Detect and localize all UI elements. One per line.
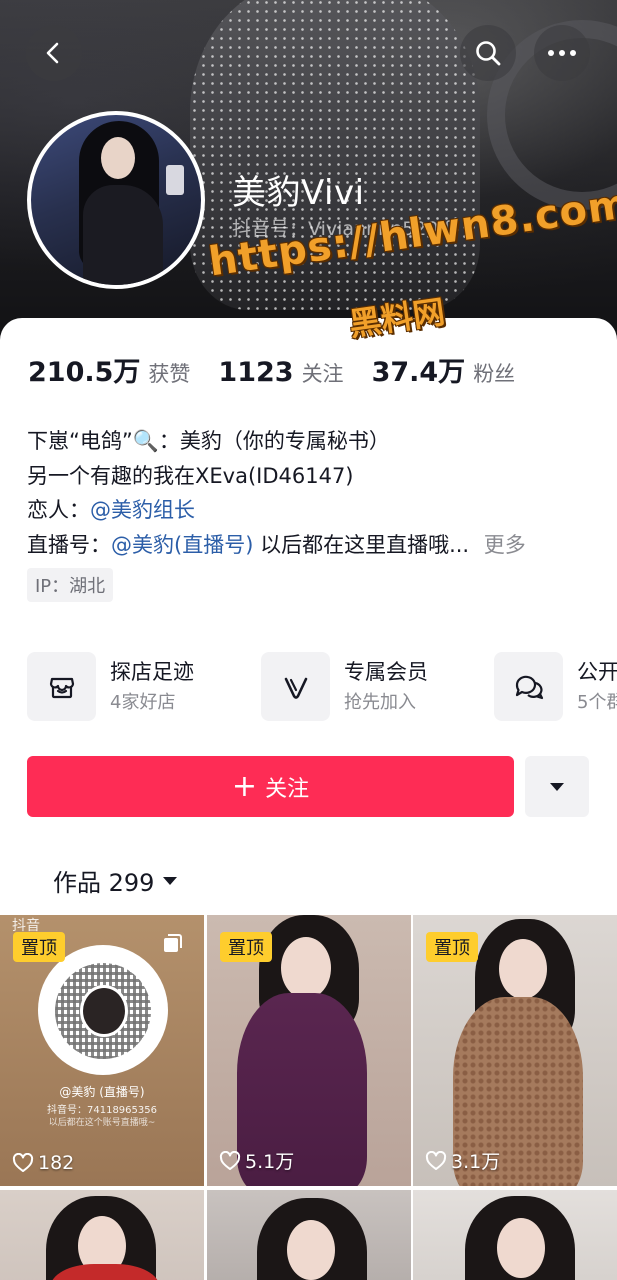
gallery-icon	[164, 934, 182, 952]
bio-line: 恋人：@美豹组长	[27, 493, 597, 528]
feature-row: 探店足迹 4家好店 专属会员 抢先加入 公开群聊 5个群聊	[27, 652, 617, 724]
qr-tip: 以后都在这个账号直播哦~	[48, 1118, 156, 1128]
stat-followers[interactable]: 37.4万 粉丝	[372, 350, 516, 389]
like-count-value: 5.1万	[245, 1151, 295, 1173]
mention-link-live[interactable]: @美豹(直播号)	[111, 533, 253, 557]
stat-likes[interactable]: 210.5万 获赞	[28, 350, 190, 389]
feature-group-chat[interactable]: 公开群聊 5个群聊	[494, 652, 617, 721]
nickname: 美豹Vivi	[232, 173, 365, 213]
pinned-badge: 置顶	[220, 932, 272, 962]
bio-line: 另一个有趣的我在XEva(ID46147)	[27, 463, 354, 488]
video-thumbnail[interactable]: 置顶 3.1万	[413, 915, 617, 1186]
stats-row: 210.5万 获赞 1123 关注 37.4万 粉丝	[28, 350, 543, 389]
stat-label: 获赞	[148, 362, 191, 386]
follow-button[interactable]: + 关注	[27, 756, 514, 817]
feature-membership[interactable]: 专属会员 抢先加入	[261, 652, 428, 721]
search-button[interactable]	[460, 25, 516, 81]
back-button[interactable]	[26, 25, 82, 81]
heart-icon	[12, 1153, 34, 1172]
feature-title: 专属会员	[344, 659, 428, 684]
bio-line: 下崽“电鸽”🔍：美豹（你的专属秘书）	[27, 429, 390, 453]
vip-icon	[284, 677, 307, 699]
video-thumbnail[interactable]: 置顶 5.1万	[207, 915, 411, 1186]
stat-value: 210.5万	[28, 357, 141, 388]
video-thumbnail[interactable]	[413, 1190, 617, 1280]
like-count-value: 3.1万	[451, 1151, 501, 1173]
tab-works-label: 作品 299	[53, 869, 155, 897]
follow-button-label: 关注	[265, 776, 310, 802]
more-button[interactable]	[534, 25, 590, 81]
stat-following[interactable]: 1123 关注	[218, 357, 343, 388]
group-chat-icon	[515, 675, 543, 699]
stat-label: 关注	[301, 362, 344, 386]
like-count: 3.1万	[425, 1147, 500, 1174]
video-thumbnail[interactable]	[0, 1190, 204, 1280]
feature-subtitle: 4家好店	[110, 691, 176, 713]
feature-subtitle: 5个群聊	[577, 691, 617, 713]
bio-text: 以后都在这里直播哦...	[253, 532, 470, 557]
mention-link-partner[interactable]: @美豹组长	[90, 498, 195, 522]
video-thumbnail[interactable]	[207, 1190, 411, 1280]
bio-text: 直播号：	[27, 532, 111, 557]
stat-value: 1123	[218, 357, 294, 388]
store-icon	[49, 677, 74, 698]
pinned-badge: 置顶	[426, 932, 478, 962]
ip-location-tag: IP：湖北	[27, 568, 114, 602]
bio-text: 恋人：	[27, 498, 90, 522]
avatar[interactable]	[27, 111, 205, 289]
caret-down-icon	[163, 876, 178, 885]
recommend-dropdown-button[interactable]	[525, 756, 589, 817]
pinned-badge: 置顶	[13, 932, 65, 962]
like-count: 5.1万	[219, 1147, 294, 1174]
bio-line: 直播号：@美豹(直播号) 以后都在这里直播哦... 更多	[27, 528, 597, 563]
caret-down-icon	[550, 782, 564, 791]
more-dots-icon	[548, 50, 576, 56]
video-grid: 抖音 @美豹 (直播号) 抖音号：74118965356 以后都在这个账号直播哦…	[0, 915, 617, 1280]
feature-title: 探店足迹	[110, 659, 194, 684]
tab-works[interactable]: 作品 299	[53, 863, 178, 898]
stat-label: 粉丝	[473, 362, 516, 386]
feature-title: 公开群聊	[577, 659, 617, 684]
heart-icon	[219, 1150, 241, 1170]
plus-icon: +	[231, 768, 258, 804]
feature-store-visits[interactable]: 探店足迹 4家好店	[27, 652, 194, 721]
feature-subtitle: 抢先加入	[344, 691, 416, 713]
search-icon	[476, 41, 501, 66]
like-count: 182	[12, 1152, 74, 1174]
bio: 下崽“电鸽”🔍：美豹（你的专属秘书） 另一个有趣的我在XEva(ID46147)…	[27, 424, 597, 562]
qr-id: 抖音号：74118965356	[47, 1105, 157, 1116]
heart-icon	[425, 1150, 447, 1170]
qr-avatar	[80, 985, 128, 1037]
video-thumbnail[interactable]: 抖音 @美豹 (直播号) 抖音号：74118965356 以后都在这个账号直播哦…	[0, 915, 204, 1186]
back-arrow-icon	[46, 42, 59, 64]
like-count-value: 182	[38, 1152, 75, 1174]
stat-value: 37.4万	[371, 357, 466, 388]
bio-more-link[interactable]: 更多	[484, 533, 526, 557]
qr-name: @美豹 (直播号)	[59, 1085, 145, 1099]
